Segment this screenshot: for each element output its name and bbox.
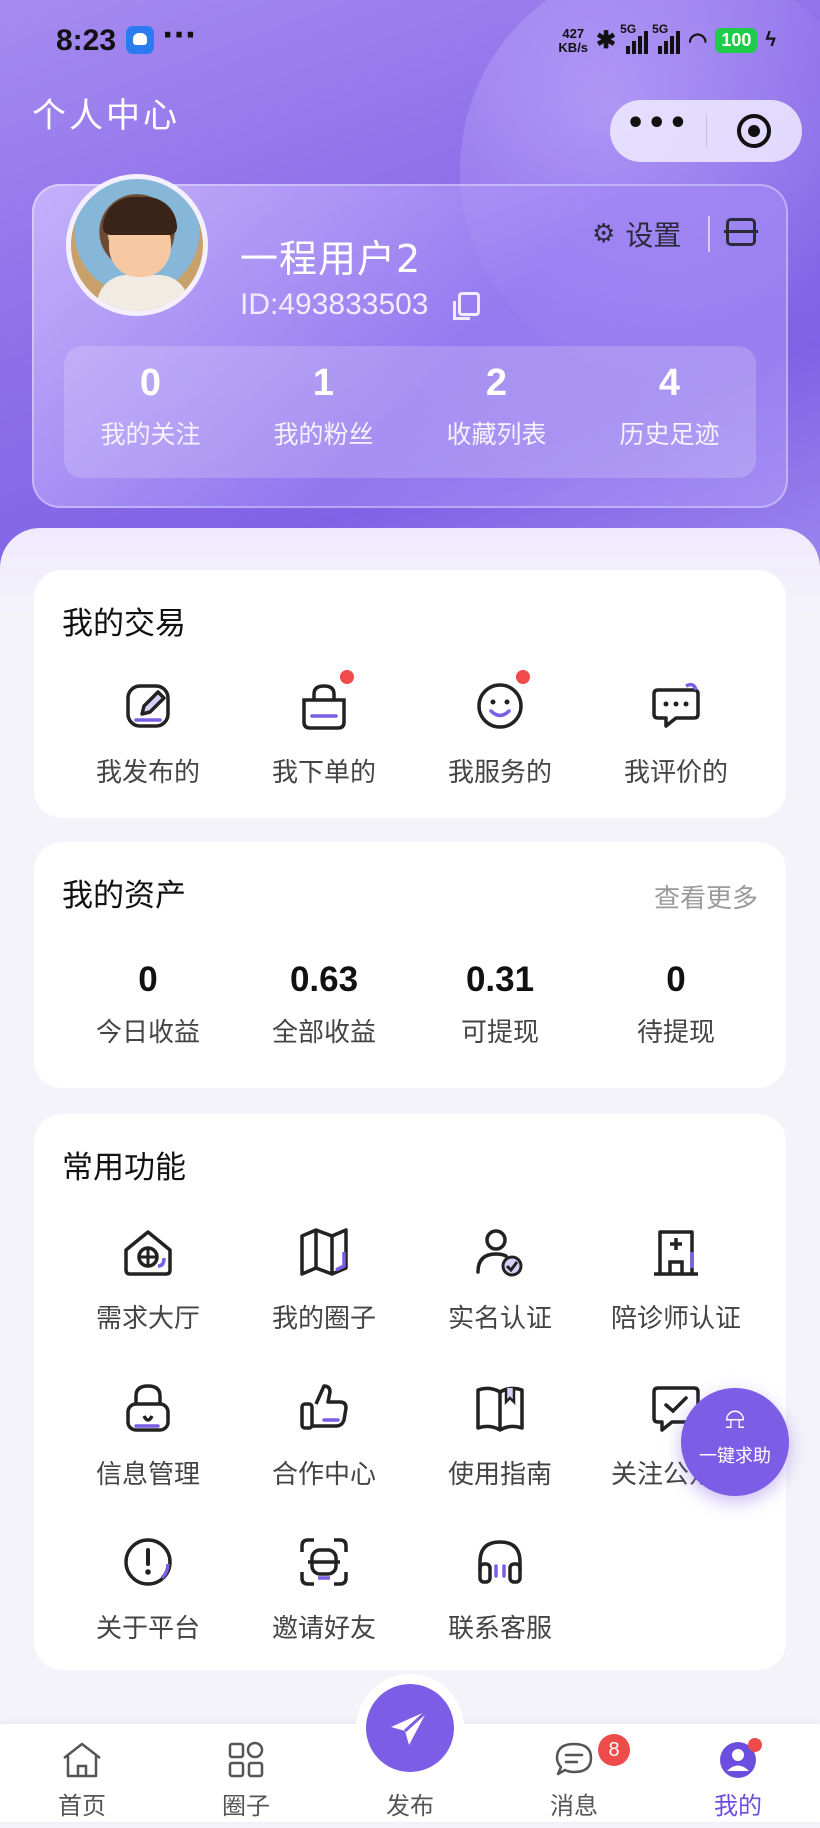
assets-card: 我的资产 查看更多 0 今日收益 0.63 全部收益 0.31 可提现 0 待提现 — [34, 842, 786, 1088]
sos-button[interactable]: ⍾ 一键求助 — [681, 1388, 789, 1496]
transaction-item-served[interactable]: 我服务的 — [412, 670, 588, 789]
bluetooth-icon: ✱ — [596, 27, 617, 54]
thumbs-up-icon — [292, 1376, 356, 1440]
more-icon: ••• — [625, 106, 690, 141]
notification-dot — [340, 670, 354, 684]
signal-2-icon: 5G — [652, 22, 681, 54]
function-my-circle[interactable]: 我的圈子 — [236, 1220, 412, 1335]
transactions-title: 我的交易 — [62, 606, 186, 642]
stat-history[interactable]: 4 历史足迹 — [583, 346, 756, 478]
settings-button[interactable]: ⚙ 设置 — [592, 214, 681, 254]
username: 一程用户2 — [240, 237, 422, 281]
paper-plane-icon — [391, 1709, 429, 1745]
assets-more-link[interactable]: 查看更多 — [654, 878, 758, 915]
copy-icon[interactable] — [453, 292, 480, 320]
assets-title: 我的资产 — [62, 878, 186, 914]
tab-me[interactable]: 我的 — [656, 1724, 820, 1822]
user-id: ID:493833503 — [240, 288, 429, 321]
tab-messages[interactable]: 消息 — [492, 1724, 656, 1822]
notification-dot — [516, 670, 530, 684]
comment-icon — [644, 674, 708, 738]
asset-total[interactable]: 0.63 全部收益 — [236, 960, 412, 1049]
user-verified-icon — [468, 1220, 532, 1284]
notification-dot — [748, 1738, 762, 1752]
app-notification-icon — [126, 26, 154, 54]
invite-scan-icon — [292, 1530, 356, 1594]
smile-icon — [468, 670, 532, 738]
function-customer-service[interactable]: 联系客服 — [412, 1530, 588, 1645]
function-real-name[interactable]: 实名认证 — [412, 1220, 588, 1335]
function-info-manage[interactable]: 信息管理 — [60, 1376, 236, 1491]
tab-home[interactable]: 首页 — [0, 1724, 164, 1822]
hospital-icon — [644, 1220, 708, 1284]
home-icon — [0, 1738, 164, 1782]
profile-card: 一程用户2 ID:493833503 ⚙ 设置 0 我的关注 1 我的粉丝 2 收藏列… — [32, 174, 788, 508]
message-badge: 8 — [598, 1734, 630, 1766]
stat-favorites[interactable]: 2 收藏列表 — [410, 346, 583, 478]
house-icon — [116, 1220, 180, 1284]
shopping-bag-icon — [292, 670, 356, 738]
chat-icon — [492, 1738, 656, 1782]
avatar[interactable] — [66, 174, 208, 316]
lock-icon — [116, 1376, 180, 1440]
asset-today[interactable]: 0 今日收益 — [60, 960, 236, 1049]
map-icon — [292, 1220, 356, 1284]
transactions-card: 我的交易 我发布的 我下单的 我服务的 我评价的 — [34, 570, 786, 818]
capsule-close-button[interactable] — [707, 100, 803, 162]
network-speed: 427 KB/s — [558, 25, 589, 55]
stat-fans[interactable]: 1 我的粉丝 — [237, 346, 410, 478]
headset-icon — [468, 1530, 532, 1594]
function-guide[interactable]: 使用指南 — [412, 1376, 588, 1491]
status-indicators: 427 KB/s ✱ 5G 5G ◠ 100 ϟ — [558, 22, 776, 55]
sos-label: 一键求助 — [699, 1446, 771, 1467]
function-invite[interactable]: 邀请好友 — [236, 1530, 412, 1645]
signal-1-icon: 5G — [620, 22, 649, 54]
gear-icon: ⚙ — [592, 219, 616, 249]
alert-circle-icon — [116, 1530, 180, 1594]
alarm-icon: ⍾ — [725, 1401, 745, 1436]
transaction-item-published[interactable]: 我发布的 — [60, 674, 236, 789]
transaction-item-reviewed[interactable]: 我评价的 — [588, 674, 764, 789]
function-escort-cert[interactable]: 陪诊师认证 — [588, 1220, 764, 1335]
grid-icon — [164, 1738, 328, 1782]
publish-button[interactable] — [366, 1684, 454, 1772]
stat-following[interactable]: 0 我的关注 — [64, 346, 237, 478]
miniprogram-capsule: ••• — [610, 100, 802, 162]
status-bar: 8:23 ··· 427 KB/s ✱ 5G 5G ◠ 100 ϟ — [0, 0, 820, 88]
function-about[interactable]: 关于平台 — [60, 1530, 236, 1645]
capsule-more-button[interactable]: ••• — [610, 100, 706, 162]
function-cooperation[interactable]: 合作中心 — [236, 1376, 412, 1491]
close-target-icon — [737, 114, 772, 148]
function-demand-hall[interactable]: 需求大厅 — [60, 1220, 236, 1335]
charging-icon: ϟ — [765, 29, 776, 51]
edit-icon — [116, 674, 180, 738]
scan-icon[interactable] — [724, 218, 758, 246]
battery-level: 100 — [715, 28, 758, 53]
wifi-icon: ◠ — [688, 27, 708, 53]
user-icon — [656, 1738, 820, 1782]
asset-withdrawable[interactable]: 0.31 可提现 — [412, 960, 588, 1049]
transaction-item-ordered[interactable]: 我下单的 — [236, 670, 412, 789]
asset-pending[interactable]: 0 待提现 — [588, 960, 764, 1049]
status-more-dots: ··· — [162, 18, 197, 53]
functions-title: 常用功能 — [62, 1150, 186, 1186]
settings-label: 设置 — [625, 219, 682, 252]
profile-stats: 0 我的关注 1 我的粉丝 2 收藏列表 4 历史足迹 — [64, 346, 756, 478]
book-icon — [468, 1376, 532, 1440]
page-title: 个人中心 — [32, 96, 180, 136]
status-time: 8:23 — [56, 24, 117, 57]
tab-circle[interactable]: 圈子 — [164, 1724, 328, 1822]
functions-card: 常用功能 需求大厅 我的圈子 实名认证 陪诊师认证 信息管理 合作中心 使用指南… — [34, 1114, 786, 1670]
